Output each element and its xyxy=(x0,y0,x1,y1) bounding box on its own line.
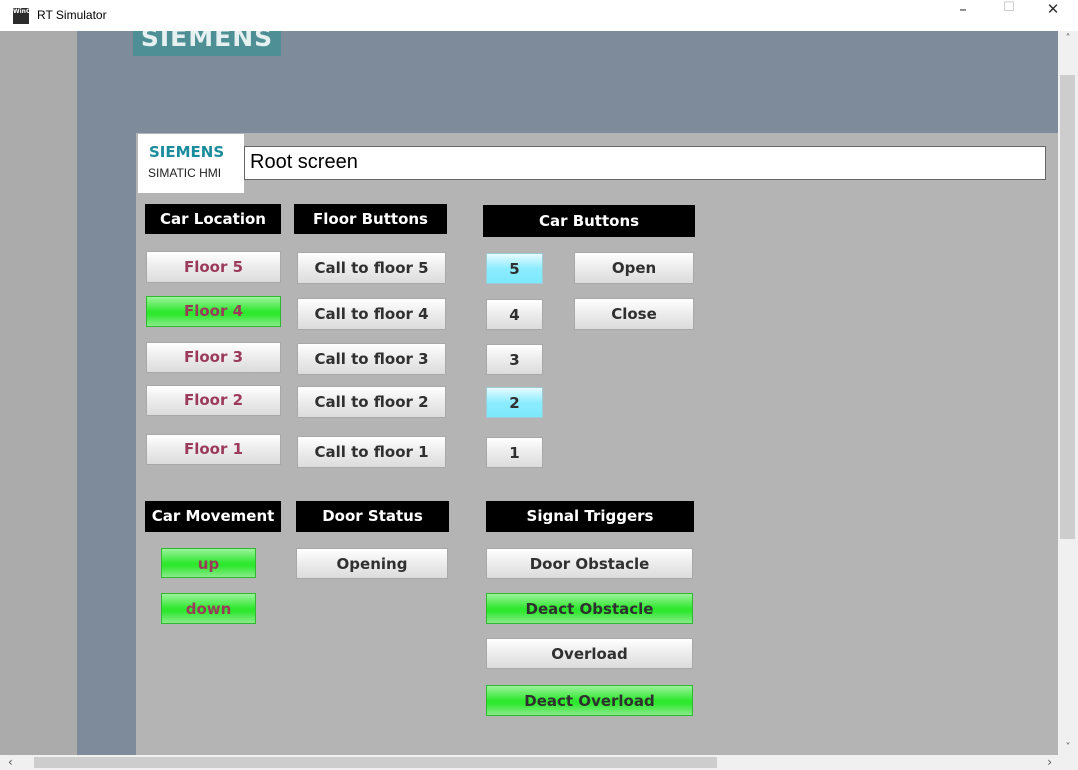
car-button-2[interactable]: 2 xyxy=(486,387,543,418)
maximize-button[interactable]: ☐ xyxy=(986,0,1032,31)
scroll-right-icon[interactable]: › xyxy=(1047,755,1052,770)
deact-overload-button[interactable]: Deact Overload xyxy=(486,685,693,716)
vertical-scroll-thumb[interactable] xyxy=(1060,75,1075,539)
deact-obstacle-button[interactable]: Deact Obstacle xyxy=(486,593,693,624)
minimize-button[interactable]: – xyxy=(940,0,986,31)
left-margin xyxy=(0,31,77,755)
car-buttons-header: Car Buttons xyxy=(483,205,695,237)
door-status-value[interactable]: Opening xyxy=(296,548,448,579)
floor-1-indicator[interactable]: Floor 1 xyxy=(146,434,281,465)
call-floor-3-button[interactable]: Call to floor 3 xyxy=(297,343,446,375)
window-title: RT Simulator xyxy=(37,8,107,22)
car-movement-header: Car Movement xyxy=(145,501,281,532)
title-bar: WinCC RT Simulator – ☐ ✕ xyxy=(0,0,1078,31)
scroll-up-icon[interactable]: ˄ xyxy=(1058,33,1078,44)
movement-up-indicator[interactable]: up xyxy=(161,548,256,578)
call-floor-5-button[interactable]: Call to floor 5 xyxy=(297,252,446,284)
floor-4-indicator[interactable]: Floor 4 xyxy=(146,296,281,327)
door-open-button[interactable]: Open xyxy=(574,252,694,284)
car-button-1[interactable]: 1 xyxy=(486,437,543,468)
floor-2-indicator[interactable]: Floor 2 xyxy=(146,385,281,416)
door-status-header: Door Status xyxy=(296,501,449,532)
car-location-header: Car Location xyxy=(145,204,281,234)
vertical-scrollbar[interactable]: ˄ ˅ xyxy=(1058,31,1078,755)
screen-selector-value: Root screen xyxy=(250,151,358,173)
simatic-logo: SIEMENS SIMATIC HMI xyxy=(138,134,244,193)
floor-buttons-header: Floor Buttons xyxy=(294,204,447,234)
floor-3-indicator[interactable]: Floor 3 xyxy=(146,342,281,373)
screen-selector[interactable]: Root screen xyxy=(244,146,1046,180)
siemens-banner-logo: SIEMENS xyxy=(133,31,281,56)
horizontal-scrollbar[interactable]: ‹ › xyxy=(0,755,1058,770)
scroll-down-icon[interactable]: ˅ xyxy=(1058,742,1078,753)
scroll-left-icon[interactable]: ‹ xyxy=(8,755,13,770)
horizontal-scroll-thumb[interactable] xyxy=(34,757,717,768)
app-icon: WinCC xyxy=(13,8,29,24)
car-button-3[interactable]: 3 xyxy=(486,344,543,375)
door-close-button[interactable]: Close xyxy=(574,298,694,330)
overload-button[interactable]: Overload xyxy=(486,638,693,669)
call-floor-2-button[interactable]: Call to floor 2 xyxy=(297,386,446,418)
call-floor-4-button[interactable]: Call to floor 4 xyxy=(297,298,446,330)
signal-triggers-header: Signal Triggers xyxy=(486,501,694,532)
close-button[interactable]: ✕ xyxy=(1030,0,1076,31)
call-floor-1-button[interactable]: Call to floor 1 xyxy=(297,436,446,468)
scrollbar-corner xyxy=(1058,755,1078,770)
floor-5-indicator[interactable]: Floor 5 xyxy=(146,251,281,283)
movement-down-indicator[interactable]: down xyxy=(161,593,256,624)
car-button-5[interactable]: 5 xyxy=(486,253,543,284)
logo-product: SIMATIC HMI xyxy=(148,166,222,180)
logo-brand: SIEMENS xyxy=(149,143,225,161)
car-button-4[interactable]: 4 xyxy=(486,299,543,330)
left-strip xyxy=(77,31,136,755)
door-obstacle-button[interactable]: Door Obstacle xyxy=(486,548,693,579)
